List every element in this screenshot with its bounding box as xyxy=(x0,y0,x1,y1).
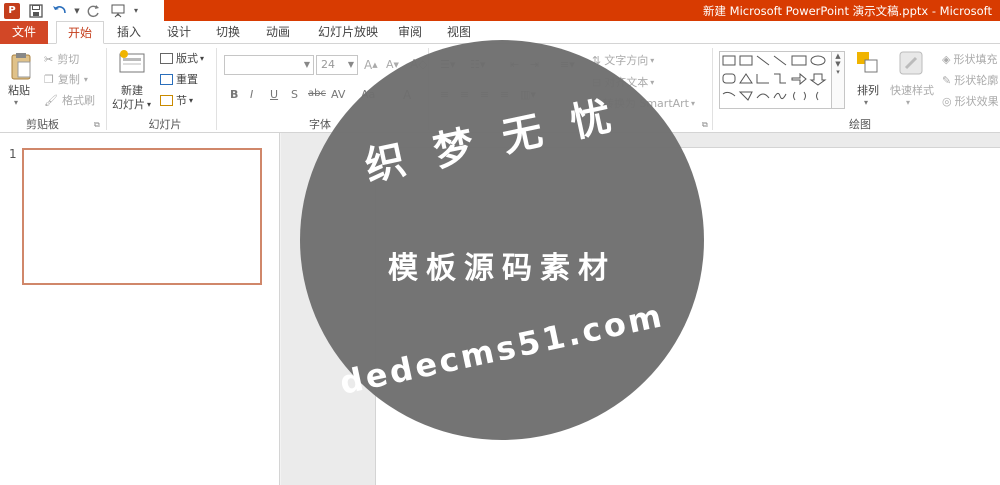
powerpoint-logo-icon[interactable]: P xyxy=(0,0,24,21)
tab-animations[interactable]: 动画 xyxy=(258,21,298,44)
section-icon xyxy=(160,94,173,106)
chevron-down-icon: ▼ xyxy=(347,60,354,69)
quick-styles-button[interactable]: 快速样式 xyxy=(890,82,934,98)
arrange-dropdown-icon[interactable]: ▾ xyxy=(864,98,868,107)
section-button[interactable]: 节 ▾ xyxy=(160,92,193,108)
group-divider xyxy=(216,48,217,130)
paste-dropdown-icon[interactable]: ▾ xyxy=(14,98,18,107)
new-slide-icon[interactable] xyxy=(118,50,146,76)
pencil-icon: ✎ xyxy=(942,73,952,87)
shape-outline-button[interactable]: ✎ 形状轮廓 xyxy=(942,72,998,88)
undo-icon[interactable] xyxy=(48,0,72,21)
tab-insert[interactable]: 插入 xyxy=(110,21,148,44)
group-label-drawing: 绘图 xyxy=(849,118,871,131)
bold-button[interactable]: B xyxy=(230,88,238,101)
watermark-seal: 织梦无忧 模板源码素材 dedecms51.com xyxy=(300,40,704,440)
paste-button[interactable]: 粘贴 xyxy=(8,82,30,98)
powerpoint-window: P ▼ ▾ 新建 Microsoft PowerPoint 演示文稿.pptx … xyxy=(0,0,1000,485)
layout-icon xyxy=(160,52,173,64)
copy-button[interactable]: ❐ 复制 ▾ xyxy=(44,71,88,87)
tab-view[interactable]: 视图 xyxy=(440,21,478,44)
group-label-slides: 幻灯片 xyxy=(148,118,182,131)
char-spacing-button[interactable]: AV xyxy=(331,88,345,101)
clipboard-icon[interactable] xyxy=(6,50,36,84)
tab-slideshow[interactable]: 幻灯片放映 xyxy=(310,21,386,44)
shapes-gallery[interactable] xyxy=(719,51,832,109)
title-bar: P ▼ ▾ 新建 Microsoft PowerPoint 演示文稿.pptx … xyxy=(0,0,1000,21)
group-label-clipboard: 剪贴板 xyxy=(26,118,59,131)
tab-design[interactable]: 设计 xyxy=(160,21,198,44)
reset-button[interactable]: 重置 xyxy=(160,71,198,87)
layout-button[interactable]: 版式 ▾ xyxy=(160,50,204,66)
clipboard-launcher-icon[interactable]: ⧉ xyxy=(94,120,100,130)
cut-button[interactable]: ✂ 剪切 xyxy=(44,51,79,67)
customize-qat-icon[interactable]: ▾ xyxy=(130,0,142,21)
underline-button[interactable]: U xyxy=(270,88,278,101)
scissors-icon: ✂ xyxy=(44,52,54,66)
brush-icon: 🖌 xyxy=(44,93,58,107)
effects-icon: ◎ xyxy=(942,94,952,108)
shape-effects-button[interactable]: ◎ 形状效果 xyxy=(942,93,999,109)
shape-fill-button[interactable]: ◈ 形状填充 xyxy=(942,51,997,67)
title-bar-fill: 新建 Microsoft PowerPoint 演示文稿.pptx - Micr… xyxy=(164,0,1000,21)
presentation-icon[interactable] xyxy=(106,0,130,21)
slide-number: 1 xyxy=(9,147,17,161)
watermark-subtitle: 模板源码素材 xyxy=(388,251,616,286)
tab-transitions[interactable]: 切换 xyxy=(208,21,248,44)
tab-home[interactable]: 开始 xyxy=(56,21,104,44)
save-icon[interactable] xyxy=(24,0,48,21)
format-painter-button[interactable]: 🖌 格式刷 xyxy=(44,92,95,108)
paint-bucket-icon: ◈ xyxy=(942,52,951,66)
undo-dropdown-icon[interactable]: ▼ xyxy=(72,0,82,21)
redo-icon[interactable] xyxy=(82,0,106,21)
group-divider xyxy=(106,48,107,130)
italic-button[interactable]: I xyxy=(250,88,253,101)
chevron-down-icon: ▼ xyxy=(303,60,310,69)
font-size-combo[interactable]: 24 ▼ xyxy=(316,55,358,75)
copy-icon: ❐ xyxy=(44,72,54,86)
tab-review[interactable]: 审阅 xyxy=(392,21,428,44)
quick-access-toolbar: P ▼ ▾ xyxy=(0,0,142,21)
arrange-button[interactable]: 排列 xyxy=(857,82,879,98)
font-family-combo[interactable]: ▼ xyxy=(224,55,314,75)
new-slide-button[interactable]: 幻灯片 ▾ xyxy=(112,96,151,112)
slide-thumbnail[interactable] xyxy=(22,148,262,285)
reset-icon xyxy=(160,73,173,85)
shadow-button[interactable]: S xyxy=(291,88,298,101)
shapes-gallery-scroll[interactable]: ▲ ▼ ▾ xyxy=(832,51,845,109)
window-title: 新建 Microsoft PowerPoint 演示文稿.pptx - Micr… xyxy=(703,4,992,18)
group-divider xyxy=(712,48,713,130)
quick-styles-icon[interactable] xyxy=(898,50,924,76)
quick-styles-dropdown-icon[interactable]: ▾ xyxy=(906,98,910,107)
slide-thumbnail-pane: 1 xyxy=(0,133,280,485)
arrange-icon[interactable] xyxy=(855,50,881,76)
tab-file[interactable]: 文件 xyxy=(0,21,48,44)
grow-font-icon[interactable]: A ▲ xyxy=(364,58,378,72)
strikethrough-button[interactable]: abc xyxy=(308,88,326,99)
